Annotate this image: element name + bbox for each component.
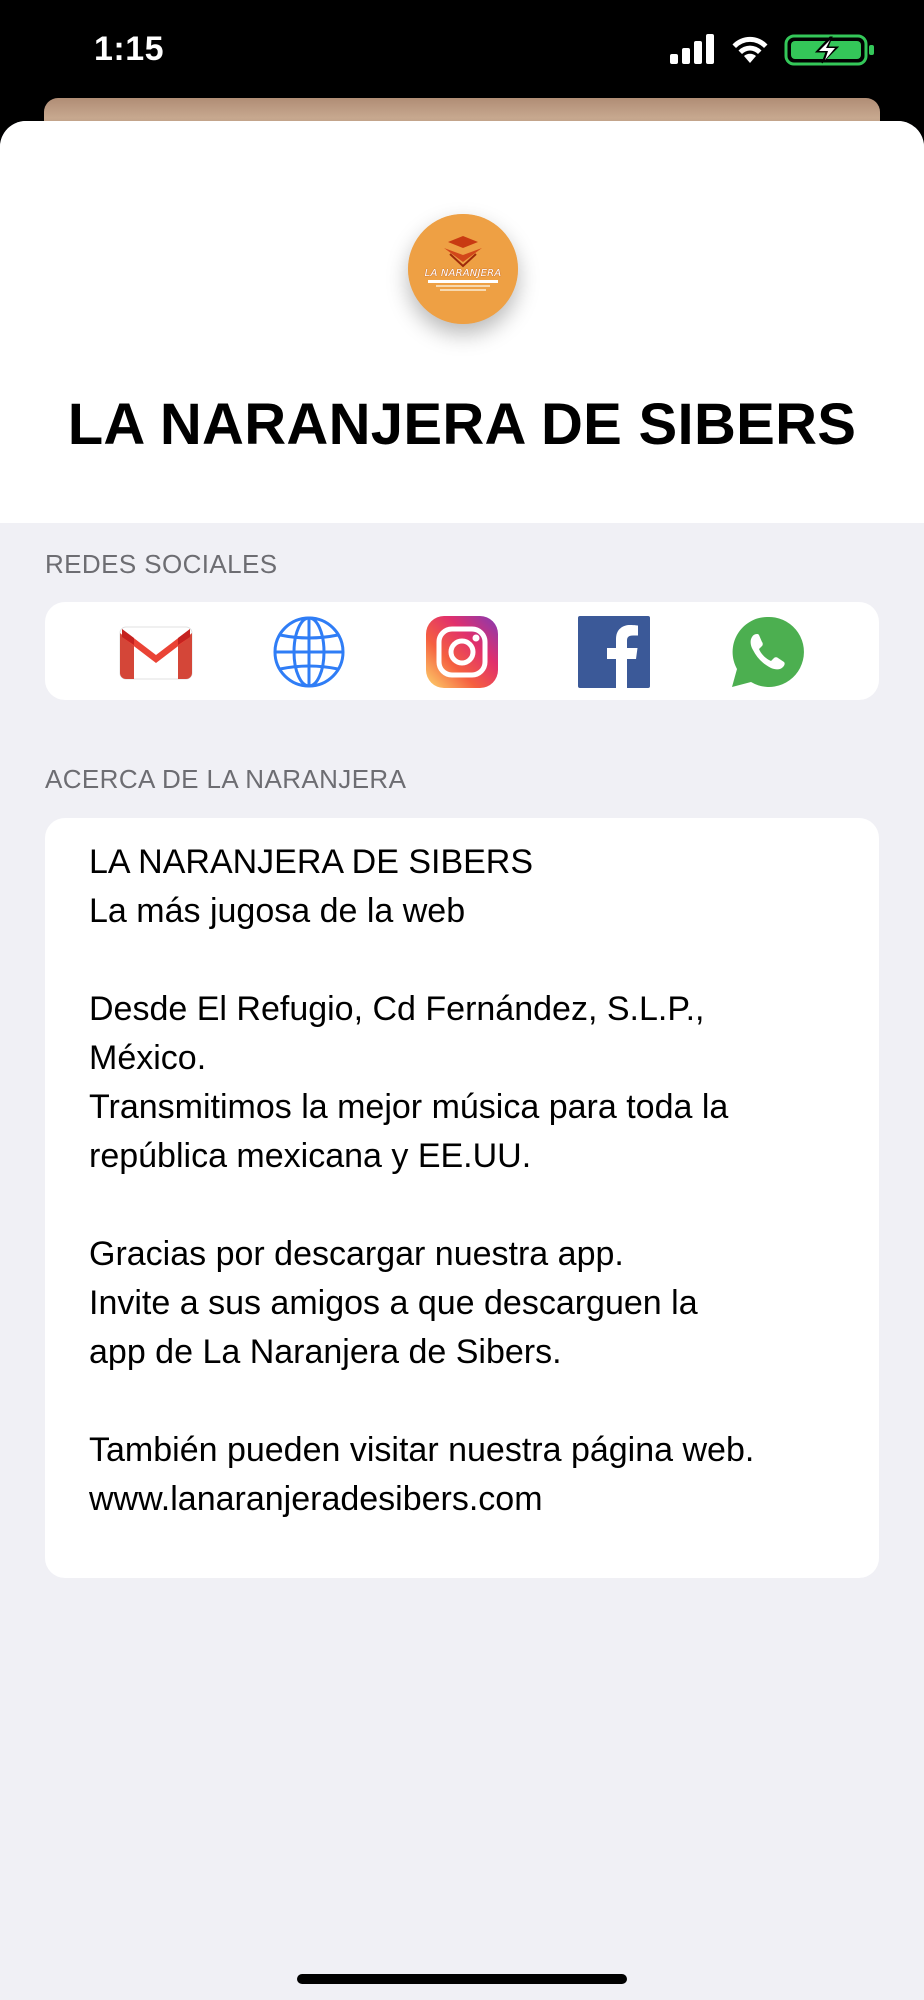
- social-section-label: REDES SOCIALES: [45, 549, 278, 579]
- about-line: La más jugosa de la web: [89, 892, 466, 930]
- logo-wordmark: LA NARANJERA: [424, 268, 502, 279]
- about-line: LA NARANJERA DE SIBERS: [89, 843, 534, 881]
- about-line: Gracias por descargar nuestra app.: [89, 1235, 624, 1273]
- status-icons: [616, 34, 876, 66]
- battery-charging-icon: [784, 34, 874, 66]
- social-links-card: [45, 602, 879, 700]
- about-line: [89, 1377, 849, 1426]
- globe-icon[interactable]: [272, 615, 346, 689]
- about-line: Transmitimos la mejor música para toda l…: [89, 1088, 729, 1126]
- cellular-signal-icon: [670, 34, 714, 64]
- website-url[interactable]: www.lanaranjeradesibers.com: [89, 1475, 849, 1524]
- about-card: LA NARANJERA DE SIBERS La más jugosa de …: [45, 818, 879, 1578]
- sheet-header: LA NARANJERA LA NARANJERA DE SIBERS: [0, 121, 924, 523]
- about-line: república mexicana y EE.UU.: [89, 1137, 532, 1175]
- instagram-icon[interactable]: [425, 615, 499, 689]
- about-line: Desde El Refugio, Cd Fernández, S.L.P.,: [89, 990, 705, 1028]
- status-bar: 1:15: [0, 0, 924, 100]
- home-indicator[interactable]: [297, 1974, 627, 1984]
- la-naranjera-logo-icon: LA NARANJERA: [408, 214, 518, 324]
- about-line: [89, 936, 849, 985]
- about-line: También pueden visitar nuestra página we…: [89, 1431, 755, 1469]
- about-section-label: ACERCA DE LA NARANJERA: [45, 764, 407, 794]
- station-title: LA NARANJERA DE SIBERS: [67, 392, 857, 457]
- wifi-icon: [732, 36, 768, 63]
- status-time: 1:15: [94, 30, 165, 68]
- whatsapp-icon[interactable]: [730, 615, 804, 689]
- about-line: app de La Naranjera de Sibers.: [89, 1333, 562, 1371]
- about-line: México.: [89, 1039, 207, 1077]
- gmail-icon[interactable]: [119, 615, 193, 689]
- about-line: [89, 1181, 849, 1230]
- about-line: Invite a sus amigos a que descarguen la: [89, 1284, 698, 1322]
- station-info-sheet: LA NARANJERA LA NARANJERA DE SIBERS REDE…: [0, 121, 924, 2000]
- facebook-icon[interactable]: [577, 615, 651, 689]
